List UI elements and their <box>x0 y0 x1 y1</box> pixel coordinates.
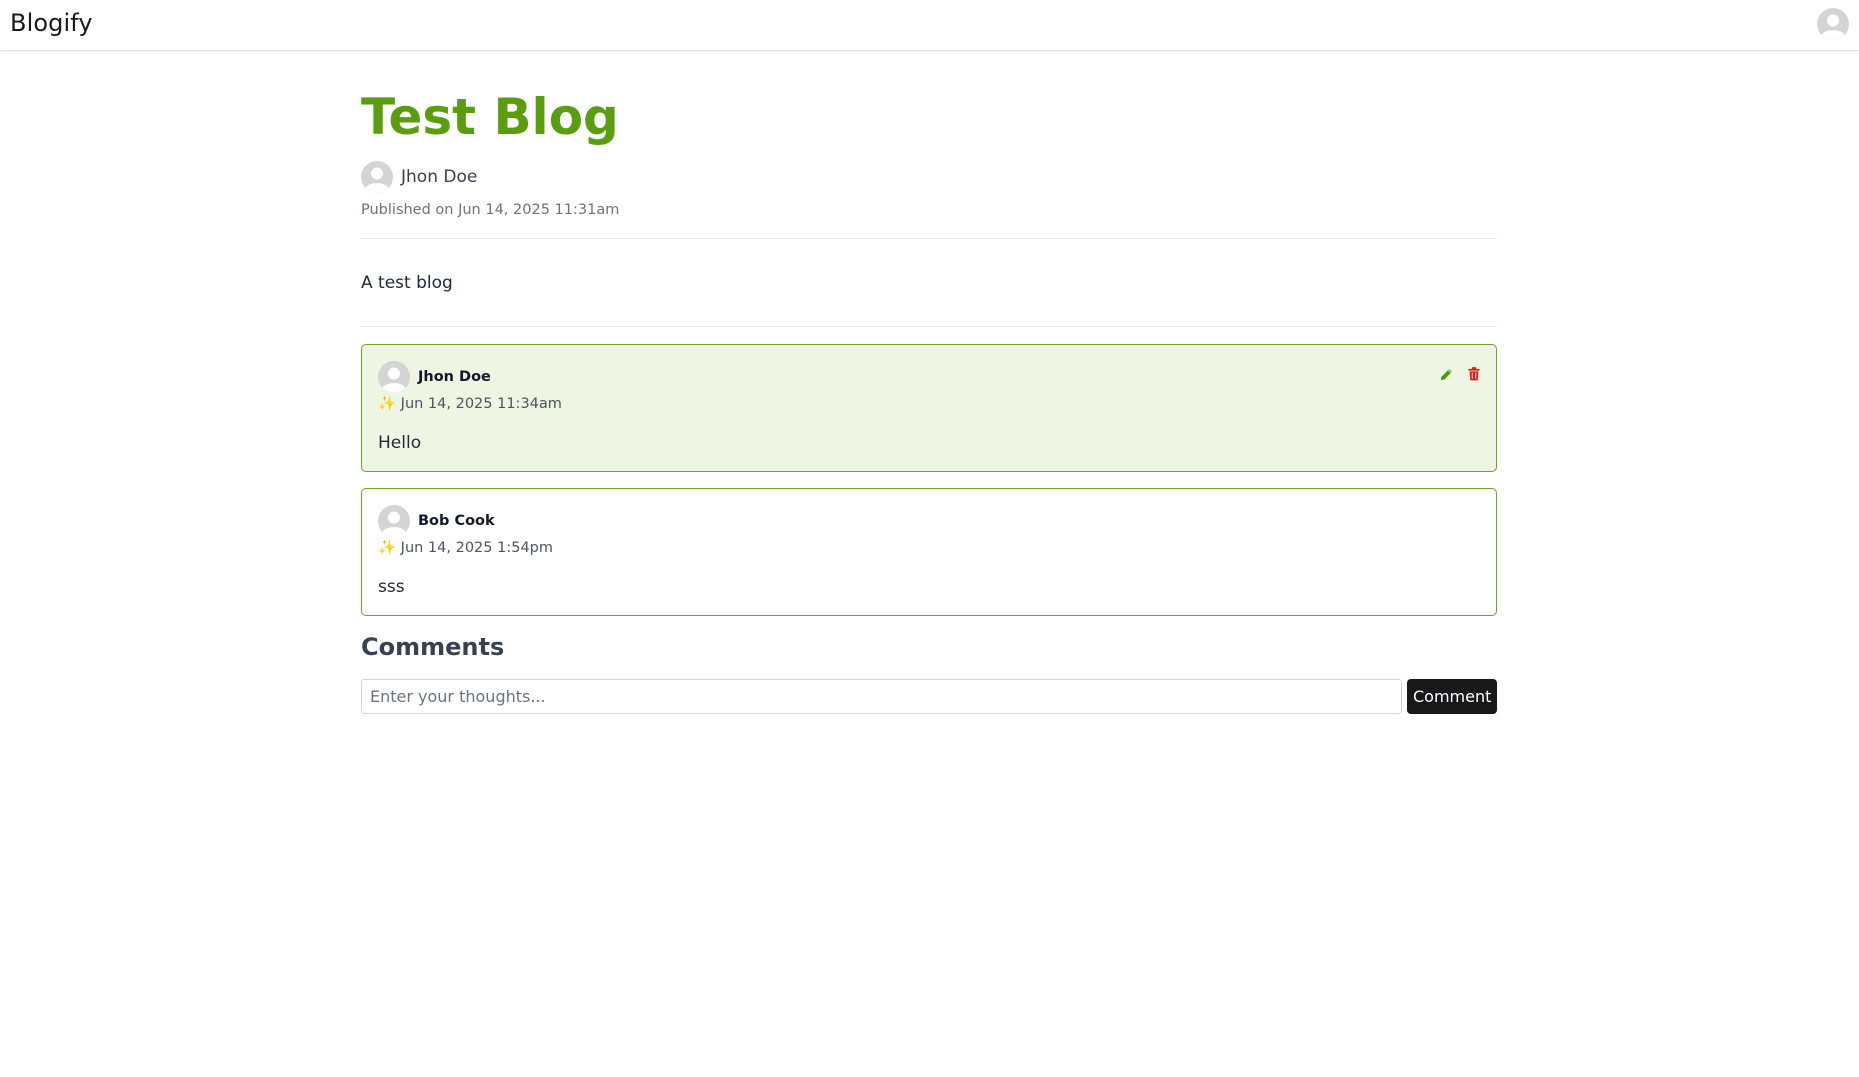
comments-heading: Comments <box>361 633 505 661</box>
comment-text: Hello <box>378 433 422 453</box>
comment-submit-button[interactable]: Comment <box>1407 679 1497 714</box>
top-navbar: Blogify <box>0 0 1859 51</box>
comment-form: Comment <box>361 679 1497 714</box>
comment-card: Bob Cook ✨ Jun 14, 2025 1:54pm sss <box>361 488 1497 616</box>
commenter-avatar-icon <box>378 361 410 393</box>
user-avatar-icon[interactable] <box>1817 8 1849 40</box>
published-date: Published on Jun 14, 2025 11:31am <box>361 202 620 218</box>
trash-icon <box>1468 367 1480 381</box>
pencil-icon <box>1440 368 1452 380</box>
post-body: A test blog <box>361 273 453 293</box>
comment-card: Jhon Doe ✨ Jun 14, 2025 11:34am Hello <box>361 344 1497 472</box>
comment-author-name: Jhon Doe <box>418 369 491 385</box>
comment-author: Bob Cook <box>378 505 495 537</box>
commenter-avatar-icon <box>378 505 410 537</box>
comment-author-name: Bob Cook <box>418 513 495 529</box>
post-author: Jhon Doe <box>361 161 477 193</box>
divider <box>361 326 1497 327</box>
comment-text: sss <box>378 577 405 597</box>
post-author-name: Jhon Doe <box>401 167 478 187</box>
author-avatar-icon <box>361 161 393 193</box>
comment-input[interactable] <box>361 679 1402 714</box>
divider <box>361 238 1497 239</box>
comment-author: Jhon Doe <box>378 361 491 393</box>
comment-date: ✨ Jun 14, 2025 1:54pm <box>378 540 553 556</box>
comment-actions <box>1438 366 1482 382</box>
comment-date: ✨ Jun 14, 2025 11:34am <box>378 396 562 412</box>
brand-logo[interactable]: Blogify <box>10 9 93 37</box>
edit-comment-button[interactable] <box>1438 366 1454 382</box>
delete-comment-button[interactable] <box>1466 366 1482 382</box>
post-title: Test Blog <box>361 88 619 146</box>
